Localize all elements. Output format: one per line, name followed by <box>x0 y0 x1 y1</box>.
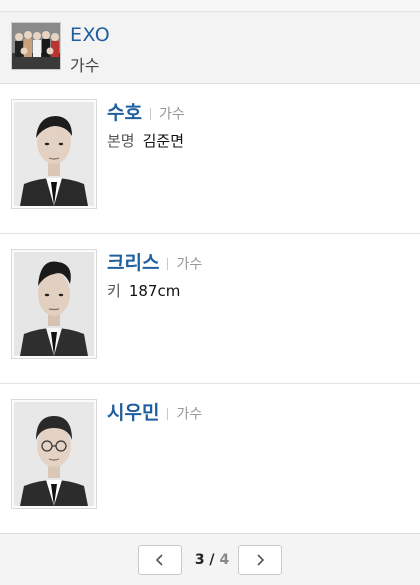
next-page-button[interactable] <box>238 545 282 575</box>
member-name[interactable]: 크리스 <box>107 252 159 274</box>
prev-page-button[interactable] <box>138 545 182 575</box>
member-photo[interactable] <box>11 399 97 509</box>
chevron-right-icon <box>257 554 265 566</box>
detail-value: 김준면 <box>142 132 185 150</box>
member-name[interactable]: 수호 <box>107 102 142 124</box>
member-photo[interactable] <box>11 249 97 359</box>
detail-value: 187cm <box>128 282 181 300</box>
divider <box>167 407 169 420</box>
member-role: 가수 <box>176 406 203 423</box>
group-header[interactable]: EXO 가수 <box>0 12 420 84</box>
page-separator: / <box>204 552 220 568</box>
current-page: 3 <box>194 552 205 568</box>
group-thumbnail[interactable] <box>11 22 61 70</box>
member-item[interactable]: 수호 가수 본명 김준면 <box>0 84 420 234</box>
member-item[interactable]: 크리스 가수 키 187cm <box>0 234 420 384</box>
member-photo[interactable] <box>11 99 97 209</box>
pagination-bar: 3 / 4 <box>0 533 420 585</box>
member-role: 가수 <box>176 256 203 273</box>
divider <box>167 257 169 270</box>
member-item[interactable]: 시우민 가수 <box>0 384 420 534</box>
member-detail: 키 187cm <box>107 280 180 301</box>
top-edge <box>0 0 420 12</box>
page-indicator: 3 / 4 <box>190 552 234 568</box>
group-name[interactable]: EXO <box>70 24 110 46</box>
member-role: 가수 <box>158 106 185 123</box>
chevron-left-icon <box>155 554 163 566</box>
member-name-link[interactable]: 크리스 가수 <box>107 248 202 275</box>
detail-label: 키 <box>107 282 121 300</box>
total-pages: 4 <box>219 552 230 568</box>
member-name[interactable]: 시우민 <box>107 402 159 424</box>
detail-label: 본명 <box>107 132 135 150</box>
group-subtitle: 가수 <box>70 56 100 75</box>
divider <box>149 107 151 120</box>
member-name-link[interactable]: 시우민 가수 <box>107 398 202 425</box>
member-detail: 본명 김준면 <box>107 130 184 151</box>
member-name-link[interactable]: 수호 가수 <box>107 98 185 125</box>
